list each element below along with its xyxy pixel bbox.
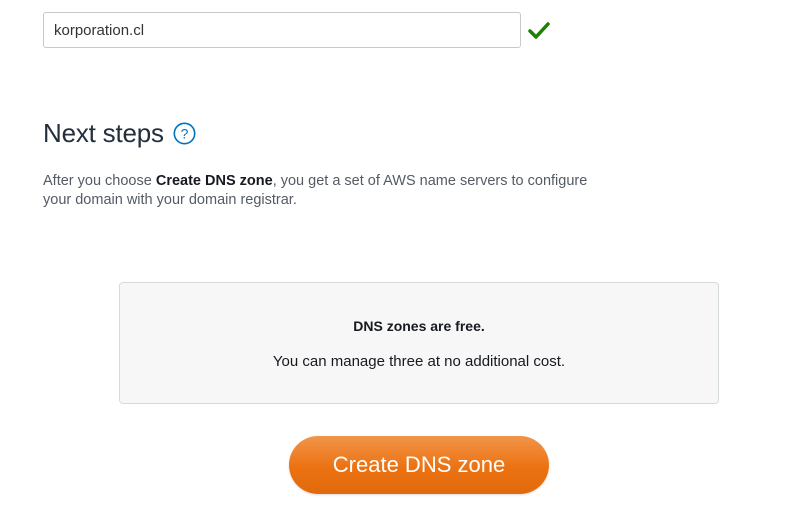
next-steps-title: Next steps	[43, 118, 164, 148]
info-box-text: You can manage three at no additional co…	[272, 353, 566, 370]
next-steps-header: Next steps ?	[43, 118, 196, 149]
next-steps-description: After you choose Create DNS zone, you ge…	[43, 172, 603, 210]
checkmark-icon	[528, 20, 550, 40]
description-text-before: After you choose	[43, 173, 156, 189]
domain-name-input[interactable]	[43, 12, 521, 48]
create-dns-zone-button[interactable]: Create DNS zone	[289, 436, 549, 494]
pricing-info-box: DNS zones are free. You can manage three…	[119, 282, 719, 404]
description-bold-action: Create DNS zone	[155, 173, 273, 189]
svg-text:?: ?	[180, 125, 188, 141]
info-box-title: DNS zones are free.	[353, 318, 485, 334]
question-circle-icon[interactable]: ?	[173, 122, 196, 145]
dns-zone-setup-page: Next steps ? After you choose Create DNS…	[0, 0, 799, 523]
domain-field-row	[43, 12, 550, 48]
